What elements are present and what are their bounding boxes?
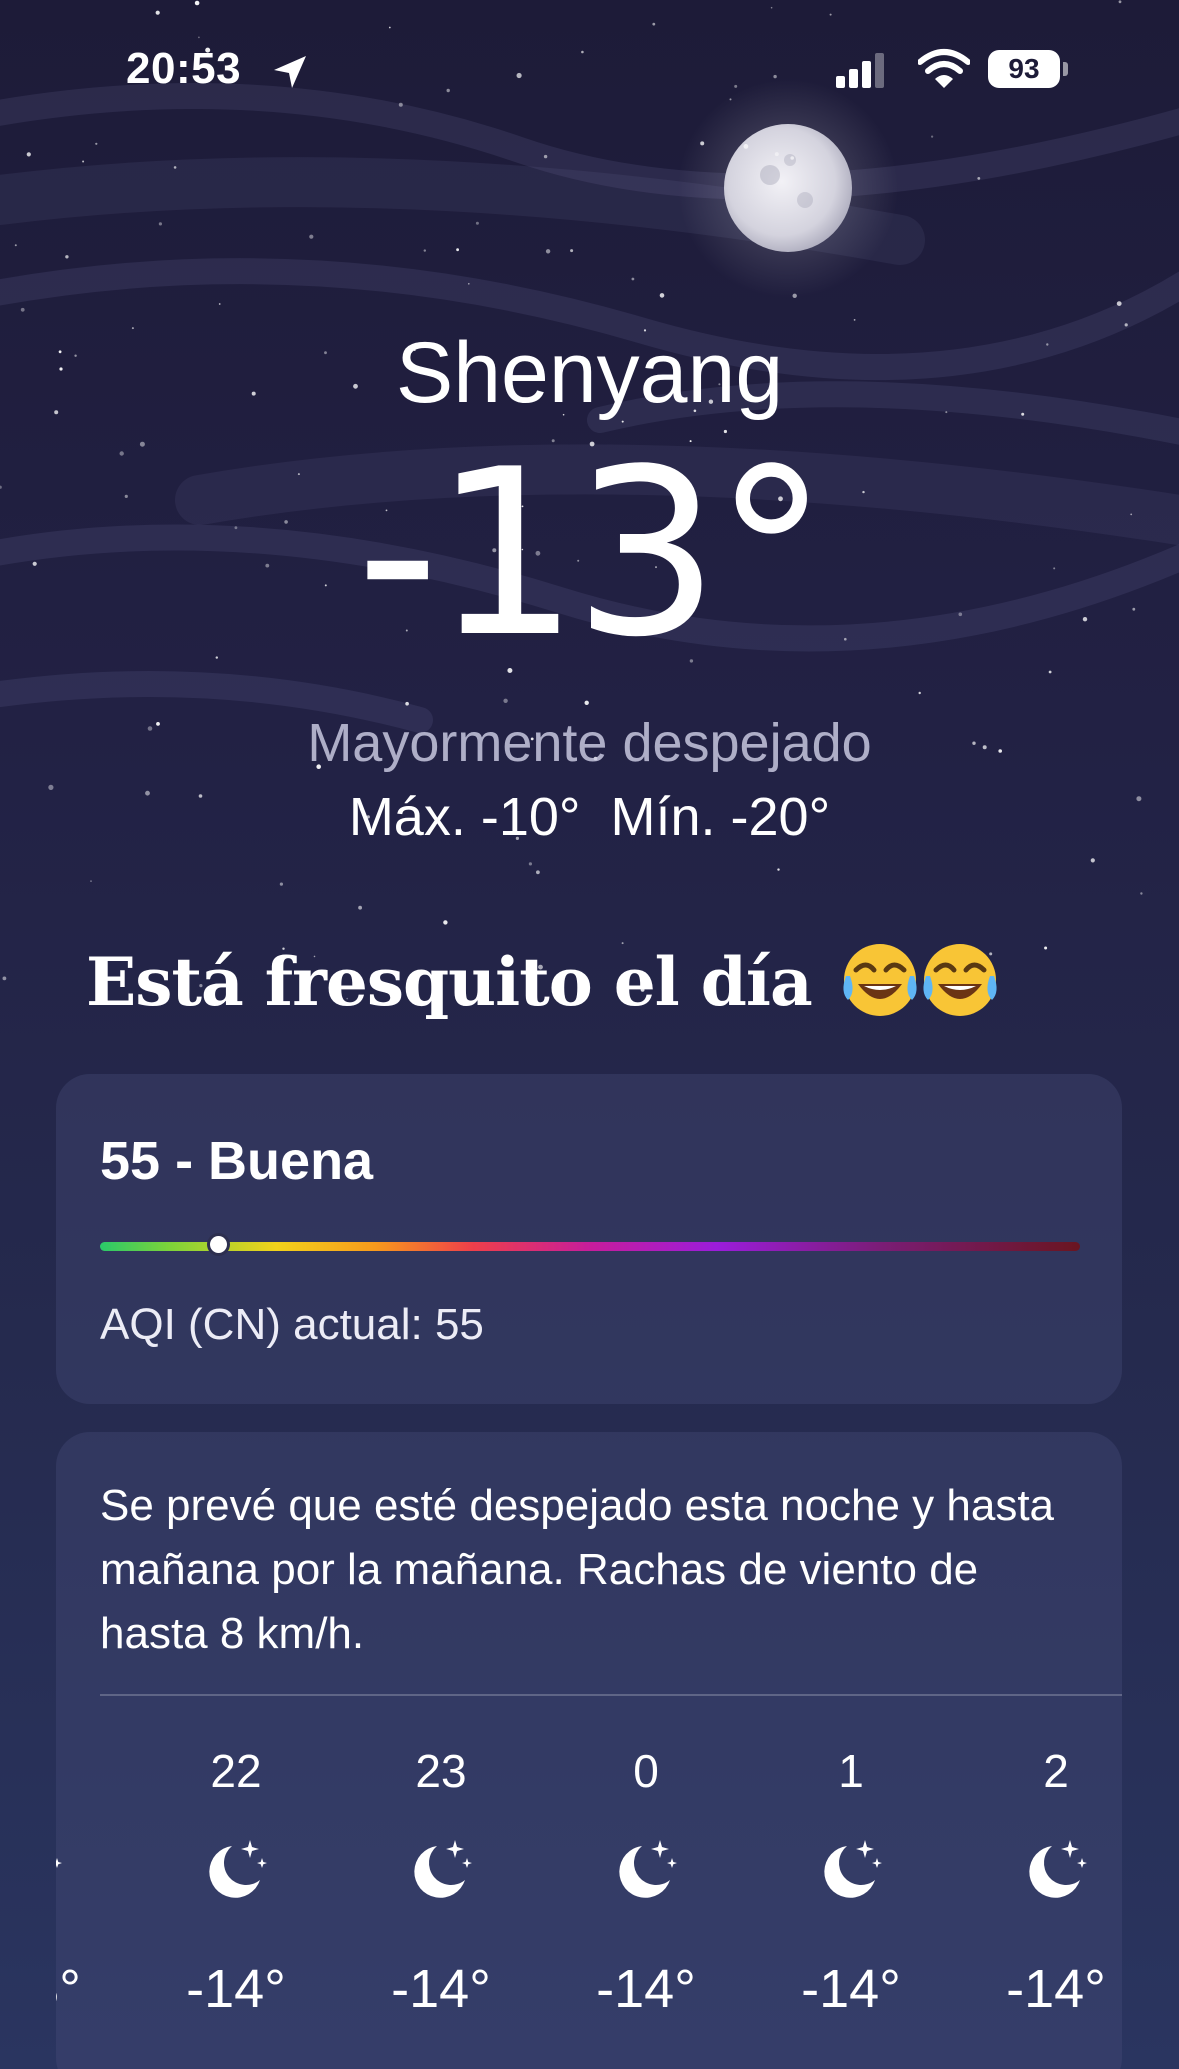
aqi-indicator-dot bbox=[209, 1236, 227, 1253]
hour-label: 23 bbox=[415, 1745, 467, 1797]
location-arrow-icon bbox=[274, 56, 306, 88]
moon-stars-icon bbox=[612, 1834, 680, 1909]
aqi-detail: AQI (CN) actual: 55 bbox=[100, 1300, 484, 1349]
hourly-forecast-card: Se prevé que esté despejado esta noche y… bbox=[56, 1432, 1122, 2069]
hourly-forecast-strip[interactable]: 21 -13° 22 -14° 23 -14° 0 -14° 1 -14° 2 -14° bbox=[56, 1694, 1122, 2069]
story-caption: Está fresquito el día bbox=[86, 940, 1000, 1036]
moon-stars-icon bbox=[1022, 1834, 1090, 1909]
hour-temperature: -14° bbox=[801, 1959, 901, 2019]
moon-stars-icon bbox=[407, 1834, 475, 1909]
city-name: Shenyang bbox=[395, 325, 784, 421]
hour-temperature: -14° bbox=[1006, 1959, 1106, 2019]
high-low-temperatures: Máx. -10° Mín. -20° bbox=[0, 786, 1179, 848]
caption-text: Está fresquito el día bbox=[86, 943, 813, 1021]
hour-label: 0 bbox=[633, 1745, 659, 1797]
current-temperature: -13° bbox=[356, 421, 829, 688]
battery-indicator: 93 bbox=[988, 50, 1060, 88]
moon-stars-icon bbox=[56, 1834, 65, 1909]
weather-condition: Mayormente despejado bbox=[307, 713, 872, 773]
hour-label: 2 bbox=[1043, 1745, 1069, 1797]
hour-label: 1 bbox=[838, 1745, 864, 1797]
moon-stars-icon bbox=[202, 1834, 270, 1909]
aqi-value-label: 55 - Buena bbox=[100, 1131, 374, 1191]
hour-label: 22 bbox=[210, 1745, 262, 1797]
weather-screen: 20:53 93 Shenyang -13° Mayormente despej… bbox=[0, 0, 1179, 2069]
status-time: 20:53 bbox=[126, 44, 242, 93]
cellular-signal-icon bbox=[836, 53, 884, 88]
hour-temperature: -14° bbox=[186, 1959, 286, 2019]
low-temperature: Mín. -20° bbox=[610, 787, 831, 847]
hour-temperature: -14° bbox=[596, 1959, 696, 2019]
moon-stars-icon bbox=[817, 1834, 885, 1909]
forecast-summary: Se prevé que esté despejado esta noche y… bbox=[100, 1481, 1055, 1658]
laughing-emoji-icon bbox=[840, 940, 1000, 1036]
hour-temperature: -14° bbox=[391, 1959, 491, 2019]
high-temperature: Máx. -10° bbox=[348, 787, 581, 847]
aqi-scale-bar bbox=[100, 1236, 1080, 1253]
hour-temperature: -13° bbox=[56, 1959, 81, 2019]
hour-label: 21 bbox=[56, 1744, 121, 1798]
battery-nub bbox=[1063, 62, 1068, 76]
moon bbox=[724, 124, 852, 252]
wifi-icon bbox=[918, 49, 970, 88]
air-quality-card[interactable]: 55 - Buena AQI (CN) actual: 55 bbox=[56, 1074, 1122, 1404]
